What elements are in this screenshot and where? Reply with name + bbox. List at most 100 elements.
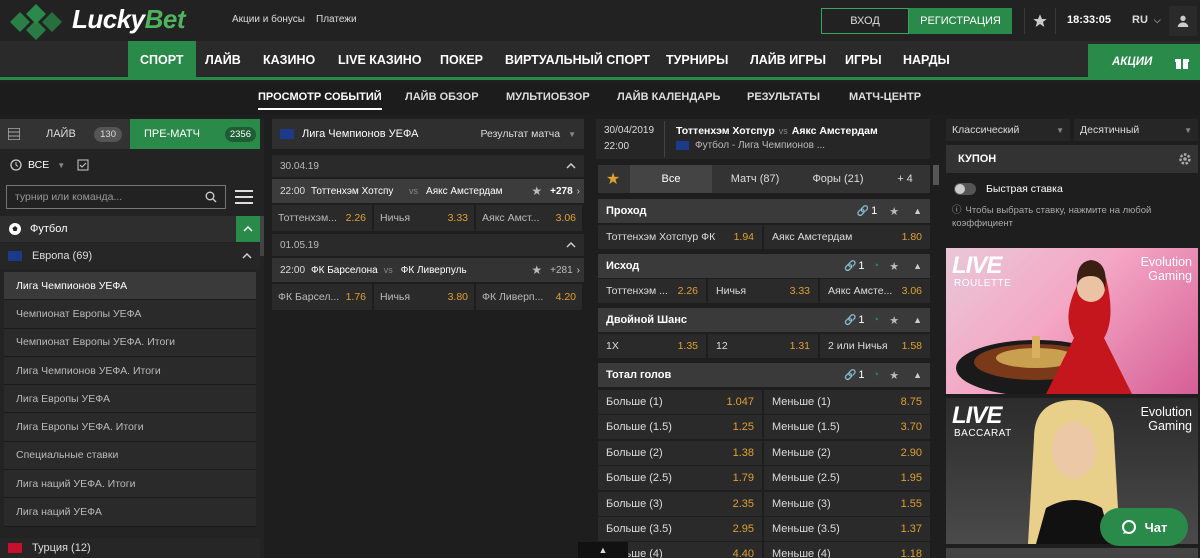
odds-cell[interactable]: Тоттенхэм Хотспур ФК 1.94 <box>598 225 762 249</box>
nav-sport[interactable]: СПОРТ <box>128 41 196 79</box>
quick-bet-toggle[interactable]: Быстрая ставка <box>946 178 1198 200</box>
league-item[interactable]: Лига наций УЕФА <box>4 498 256 527</box>
promotions-link[interactable]: Акции и бонусы <box>232 14 305 25</box>
match-date-row[interactable]: 01.05.19 <box>272 234 584 256</box>
subnav-results[interactable]: РЕЗУЛЬТАТЫ <box>747 91 820 103</box>
chevron-up-icon[interactable] <box>566 242 576 248</box>
market-title[interactable]: Тотал голов 🔗 1 ◔ ★ ▲ <box>598 363 930 387</box>
favorite-star-icon[interactable]: ★ <box>531 184 542 198</box>
league-item[interactable]: Лига Чемпионов УЕФА <box>4 272 256 301</box>
market-title[interactable]: Проход 🔗 1 ★ ▲ <box>598 199 930 223</box>
odds-cell[interactable]: Меньше (4) 1.18 <box>764 542 930 558</box>
tab-more[interactable]: + 4 <box>880 165 930 193</box>
nav-casino[interactable]: КАЗИНО <box>251 41 327 79</box>
odds-format-selector[interactable]: Десятичный ▼ <box>1074 119 1198 141</box>
chevron-up-icon[interactable]: ▲ <box>913 206 922 216</box>
stats-icon[interactable]: ◔ <box>873 260 880 272</box>
chevron-up-icon[interactable]: ▲ <box>913 315 922 325</box>
league-item[interactable]: Лига Европы УЕФА <box>4 385 256 414</box>
scroll-top-button[interactable]: ▲ <box>578 542 628 558</box>
odds-cell[interactable]: Больше (2) 1.38 <box>598 440 762 465</box>
nav-backgammon[interactable]: НАРДЫ <box>891 41 962 79</box>
match-row[interactable]: 22:00 ФК Барселона vs ФК Ливерпуль ★ +28… <box>272 258 584 282</box>
event-scrollbar[interactable] <box>933 165 939 185</box>
coupon-header[interactable]: КУПОН <box>946 145 1198 173</box>
favorite-star-icon[interactable]: ★ <box>889 369 899 382</box>
odds-cell[interactable]: Меньше (2) 2.90 <box>764 440 930 465</box>
next-banner[interactable] <box>946 548 1198 558</box>
subnav-match-center[interactable]: МАТЧ-ЦЕНТР <box>849 91 921 103</box>
odds-cell[interactable]: Ничья 3.33 <box>708 279 818 303</box>
odds-home[interactable]: Тоттенхэм... 2.26 <box>272 205 372 231</box>
odds-home[interactable]: ФК Барсел... 1.76 <box>272 284 372 310</box>
live-roulette-banner[interactable]: LIVE ROULETTE Evolution Gaming <box>946 248 1198 394</box>
favorite-star-icon[interactable]: ★ <box>889 260 899 273</box>
league-item[interactable]: Лига наций УЕФА. Итоги <box>4 470 256 499</box>
tab-prematch[interactable]: ПРЕ-МАТЧ 2356 <box>130 119 260 149</box>
subnav-events[interactable]: ПРОСМОТР СОБЫТИЙ <box>258 91 382 110</box>
grid-view-icon[interactable] <box>4 124 24 144</box>
gear-icon[interactable] <box>1178 152 1192 166</box>
chat-button[interactable]: Чат <box>1100 508 1188 546</box>
stats-icon[interactable]: ◔ <box>873 369 880 381</box>
chevron-up-icon[interactable]: ▲ <box>913 370 922 380</box>
tab-handicaps[interactable]: Форы (21) <box>797 165 879 193</box>
event-league[interactable]: Футбол - Лига Чемпионов ... <box>676 140 825 151</box>
tab-all[interactable]: Все <box>630 165 712 193</box>
odds-cell[interactable]: Меньше (3.5) 1.37 <box>764 517 930 542</box>
favorite-star-icon[interactable]: ★ <box>889 205 899 218</box>
league-item[interactable]: Чемпионат Европы УЕФА. Итоги <box>4 328 256 357</box>
favorite-star-icon[interactable]: ★ <box>889 314 899 327</box>
stats-icon[interactable]: ◔ <box>873 314 880 326</box>
chevron-up-icon[interactable] <box>242 250 252 262</box>
toggle-switch[interactable] <box>954 183 976 195</box>
logo-clover-icon[interactable] <box>6 2 68 42</box>
tab-match[interactable]: Матч (87) <box>714 165 796 193</box>
left-scrollbar[interactable] <box>260 216 264 256</box>
subnav-live-overview[interactable]: ЛАЙВ ОБЗОР <box>405 91 479 103</box>
odds-cell[interactable]: 12 1.31 <box>708 334 818 358</box>
region-europe[interactable]: Европа (69) <box>0 243 260 269</box>
match-date-row[interactable]: 30.04.19 <box>272 155 584 177</box>
odds-cell[interactable]: Тоттенхэм ... 2.26 <box>598 279 706 303</box>
league-item[interactable]: Специальные ставки <box>4 441 256 471</box>
region-turkey[interactable]: Турция (12) <box>0 538 260 558</box>
odds-cell[interactable]: Больше (3.5) 2.95 <box>598 517 762 542</box>
login-button[interactable]: ВХОД <box>821 8 909 34</box>
odds-cell[interactable]: Меньше (1) 8.75 <box>764 389 930 414</box>
favorites-star-icon[interactable] <box>1024 8 1056 34</box>
more-markets[interactable]: +278 <box>550 186 573 197</box>
chevron-right-icon[interactable]: › <box>577 186 580 197</box>
search-input[interactable]: турнир или команда... <box>6 185 226 209</box>
league-item[interactable]: Чемпионат Европы УЕФА <box>4 300 256 329</box>
register-button[interactable]: РЕГИСТРАЦИЯ <box>909 8 1012 34</box>
chevron-up-icon[interactable]: ▲ <box>913 261 922 271</box>
payments-link[interactable]: Платежи <box>316 14 357 25</box>
view-selector[interactable]: Классический ▼ <box>946 119 1070 141</box>
nav-live[interactable]: ЛАЙВ <box>193 41 253 79</box>
sport-football[interactable]: Футбол <box>0 216 260 242</box>
odds-cell[interactable]: Больше (1.5) 1.25 <box>598 415 762 440</box>
league-item[interactable]: Лига Чемпионов УЕФА. Итоги <box>4 356 256 386</box>
match-row[interactable]: 22:00 Тоттенхэм Хотспу vs Аякс Амстердам… <box>272 179 584 203</box>
odds-cell[interactable]: Меньше (1.5) 3.70 <box>764 415 930 440</box>
nav-live-games[interactable]: ЛАЙВ ИГРЫ <box>738 41 838 79</box>
language-selector[interactable]: RU ⌵ <box>1132 14 1161 26</box>
nav-live-casino[interactable]: LIVE КАЗИНО <box>326 41 433 79</box>
odds-cell[interactable]: Меньше (2.5) 1.95 <box>764 466 930 491</box>
odds-cell[interactable]: Меньше (3) 1.55 <box>764 491 930 516</box>
calendar-icon[interactable] <box>77 159 89 171</box>
collapse-chevron-icon[interactable] <box>236 216 260 242</box>
odds-draw[interactable]: Ничья 3.80 <box>374 284 474 310</box>
odds-cell[interactable]: Больше (1) 1.047 <box>598 389 762 414</box>
time-filter[interactable]: ВСЕ ▼ <box>0 150 260 180</box>
league-item[interactable]: Лига Европы УЕФА. Итоги <box>4 413 256 442</box>
subnav-multiview[interactable]: МУЛЬТИОБЗОР <box>506 91 590 103</box>
nav-virtual-sport[interactable]: ВИРТУАЛЬНЫЙ СПОРТ <box>493 41 662 79</box>
odds-draw[interactable]: Ничья 3.33 <box>374 205 474 231</box>
user-icon[interactable] <box>1169 6 1197 36</box>
chevron-up-icon[interactable] <box>566 163 576 169</box>
nav-tournaments[interactable]: ТУРНИРЫ <box>654 41 740 79</box>
logo-text[interactable]: LuckyBet <box>72 4 186 35</box>
market-title[interactable]: Исход 🔗 1 ◔ ★ ▲ <box>598 254 930 278</box>
